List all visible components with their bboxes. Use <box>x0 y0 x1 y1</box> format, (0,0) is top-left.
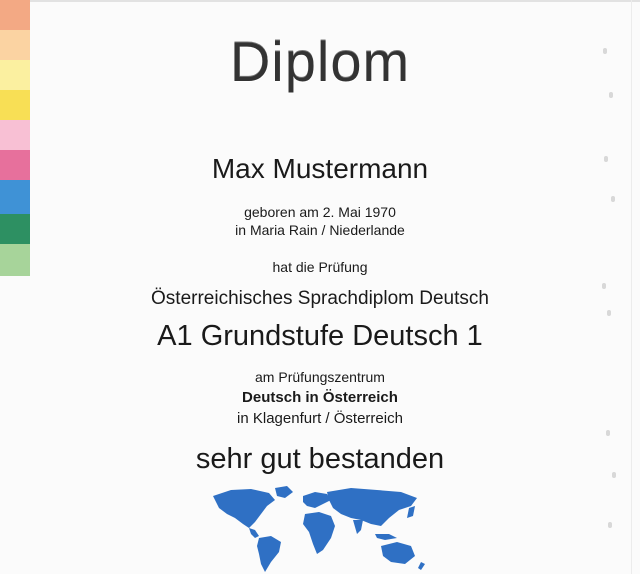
exam-center-city: in Klagenfurt / Österreich <box>237 410 403 427</box>
stripe-light-pink <box>0 120 30 150</box>
world-map-icon <box>213 486 425 572</box>
candidate-name: Max Mustermann <box>211 153 429 184</box>
exam-result: sehr gut bestanden <box>195 443 445 475</box>
exam-center-name: Deutsch in Österreich <box>242 389 398 406</box>
scan-speck <box>606 430 610 436</box>
stripe-orange <box>0 0 30 30</box>
exam-intro: hat die Prüfung <box>272 259 368 275</box>
birth-date: geboren am 2. Mai 1970 <box>244 204 396 220</box>
birth-place: in Maria Rain / Niederlande <box>235 222 405 238</box>
exam-name: Österreichisches Sprachdiplom Deutsch <box>151 288 489 309</box>
scan-speck <box>608 522 612 528</box>
exam-center-label: am Prüfungszentrum <box>255 369 385 385</box>
scan-speck <box>611 196 615 202</box>
stripe-yellow <box>0 90 30 120</box>
exam-level: A1 Grundstufe Deutsch 1 <box>157 320 483 352</box>
diploma-title: Diplom <box>229 30 411 93</box>
diploma-page: Diplom Max Mustermann geboren am 2. Mai … <box>0 0 640 574</box>
frame-top-edge <box>30 0 640 2</box>
